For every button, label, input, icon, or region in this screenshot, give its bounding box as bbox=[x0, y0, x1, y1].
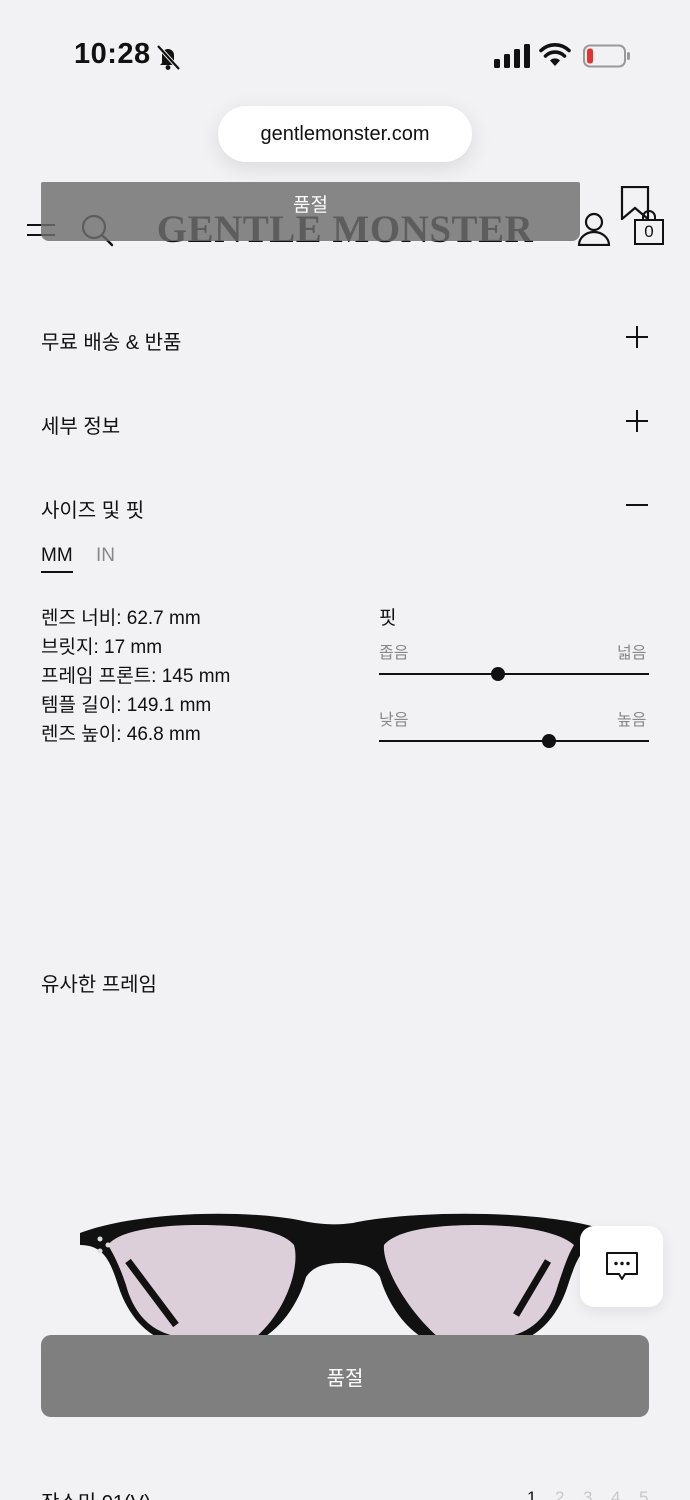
plus-icon[interactable] bbox=[624, 408, 650, 434]
chat-icon bbox=[605, 1251, 638, 1280]
unit-tab-mm[interactable]: MM bbox=[41, 545, 73, 573]
fit-title: 핏 bbox=[379, 608, 397, 629]
fit-height-track bbox=[379, 740, 649, 742]
chat-button[interactable] bbox=[580, 1226, 663, 1307]
fit-width-indicator bbox=[490, 667, 505, 681]
spec-bridge: 브릿지: 17 mm bbox=[41, 637, 163, 658]
fit-width-track bbox=[379, 673, 649, 675]
fit-height-indicator bbox=[542, 734, 557, 748]
wifi-icon bbox=[539, 43, 571, 66]
spec-temple-length: 템플 길이: 149.1 mm bbox=[41, 695, 212, 716]
fit-height-high-label: 높음 bbox=[617, 712, 647, 729]
product-image-glasses[interactable] bbox=[78, 1205, 608, 1345]
pager-1[interactable]: 1 bbox=[527, 1488, 536, 1500]
pager-4[interactable]: 4 bbox=[611, 1488, 620, 1500]
plus-icon[interactable] bbox=[624, 324, 650, 350]
user-icon[interactable] bbox=[577, 212, 611, 246]
signal-icon bbox=[494, 44, 530, 68]
sold-out-banner: 품절 bbox=[41, 182, 580, 241]
minus-icon[interactable] bbox=[624, 492, 650, 518]
pager-5[interactable]: 5 bbox=[639, 1488, 648, 1500]
spec-lens-height: 렌즈 높이: 46.8 mm bbox=[41, 724, 201, 745]
pager-2[interactable]: 2 bbox=[555, 1488, 564, 1500]
unit-tab-in[interactable]: IN bbox=[96, 545, 115, 567]
address-bar[interactable]: gentlemonster.com bbox=[218, 106, 472, 162]
accordion-details[interactable]: 세부 정보 bbox=[41, 410, 120, 439]
status-time: 10:28 bbox=[74, 38, 151, 70]
spec-frame-front: 프레임 프론트: 145 mm bbox=[41, 666, 231, 687]
similar-product-name[interactable]: 잔소미 01(V) bbox=[41, 1486, 151, 1500]
accordion-shipping-returns[interactable]: 무료 배송 & 반품 bbox=[41, 326, 181, 355]
spec-lens-width: 렌즈 너비: 62.7 mm bbox=[41, 608, 201, 629]
sold-out-button[interactable]: 품절 bbox=[41, 1335, 649, 1417]
accordion-size-fit[interactable]: 사이즈 및 핏 bbox=[41, 494, 144, 523]
pager-3[interactable]: 3 bbox=[583, 1488, 592, 1500]
cart-count: 0 bbox=[644, 222, 654, 241]
bell-slash-icon bbox=[156, 44, 181, 71]
similar-frames-title: 유사한 프레임 bbox=[41, 974, 157, 996]
fit-height-low-label: 낮음 bbox=[379, 712, 409, 729]
fit-width-low-label: 좁음 bbox=[379, 645, 409, 662]
battery-icon bbox=[583, 44, 630, 68]
fit-width-high-label: 넓음 bbox=[617, 645, 647, 662]
